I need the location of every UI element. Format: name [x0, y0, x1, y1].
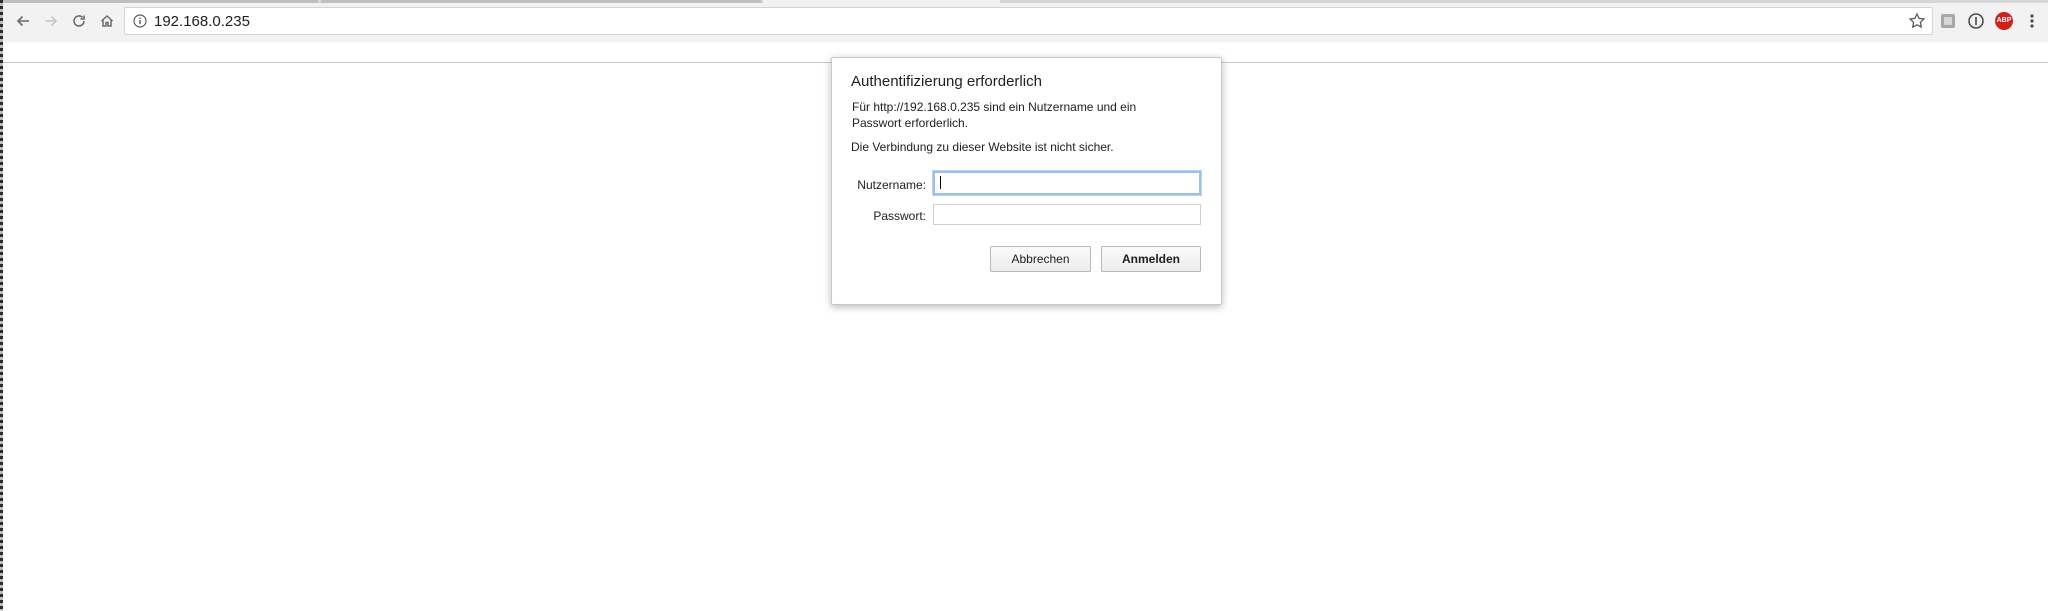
- username-label: Nutzername:: [857, 178, 926, 192]
- extension-icon: [1941, 14, 1955, 28]
- dialog-title: Authentifizierung erforderlich: [851, 73, 1042, 90]
- kebab-menu-icon: [2030, 14, 2034, 28]
- extension-button[interactable]: [1938, 11, 1958, 31]
- menu-button[interactable]: [2022, 11, 2042, 31]
- info-circle-icon: [1968, 13, 1984, 29]
- text-caret: [940, 176, 941, 189]
- address-bar[interactable]: 192.168.0.235: [124, 7, 1933, 35]
- tab-background[interactable]: [321, 0, 761, 3]
- insecure-warning: Die Verbindung zu dieser Website ist nic…: [851, 140, 1114, 154]
- auth-dialog: Authentifizierung erforderlich Für http:…: [831, 57, 1222, 305]
- abp-icon: ABP: [1995, 12, 2013, 30]
- tab-strip: [3, 0, 2048, 3]
- info-icon[interactable]: [133, 14, 147, 28]
- cancel-button[interactable]: Abbrechen: [990, 246, 1091, 272]
- forward-button[interactable]: [38, 9, 64, 33]
- window-edge: [0, 0, 3, 611]
- arrow-left-icon: [16, 15, 29, 27]
- login-button[interactable]: Anmelden: [1101, 246, 1201, 272]
- home-button[interactable]: [94, 9, 120, 33]
- dialog-message: Für http://192.168.0.235 sind ein Nutzer…: [852, 100, 1137, 130]
- reload-icon: [73, 15, 85, 27]
- extension-info-button[interactable]: [1966, 11, 1986, 31]
- password-label: Passwort:: [873, 209, 926, 223]
- browser-toolbar: 192.168.0.235 ABP: [3, 0, 2048, 42]
- reload-button[interactable]: [66, 9, 92, 33]
- username-field[interactable]: [933, 171, 1201, 195]
- tab-background[interactable]: [3, 0, 318, 3]
- arrow-right-icon: [45, 15, 58, 27]
- home-icon: [100, 14, 114, 27]
- back-button[interactable]: [10, 9, 36, 33]
- star-icon[interactable]: [1908, 12, 1926, 30]
- active-tab[interactable]: [763, 0, 1000, 3]
- adblock-button[interactable]: ABP: [1994, 11, 2014, 31]
- password-field[interactable]: [933, 204, 1201, 225]
- url-text[interactable]: 192.168.0.235: [154, 13, 250, 31]
